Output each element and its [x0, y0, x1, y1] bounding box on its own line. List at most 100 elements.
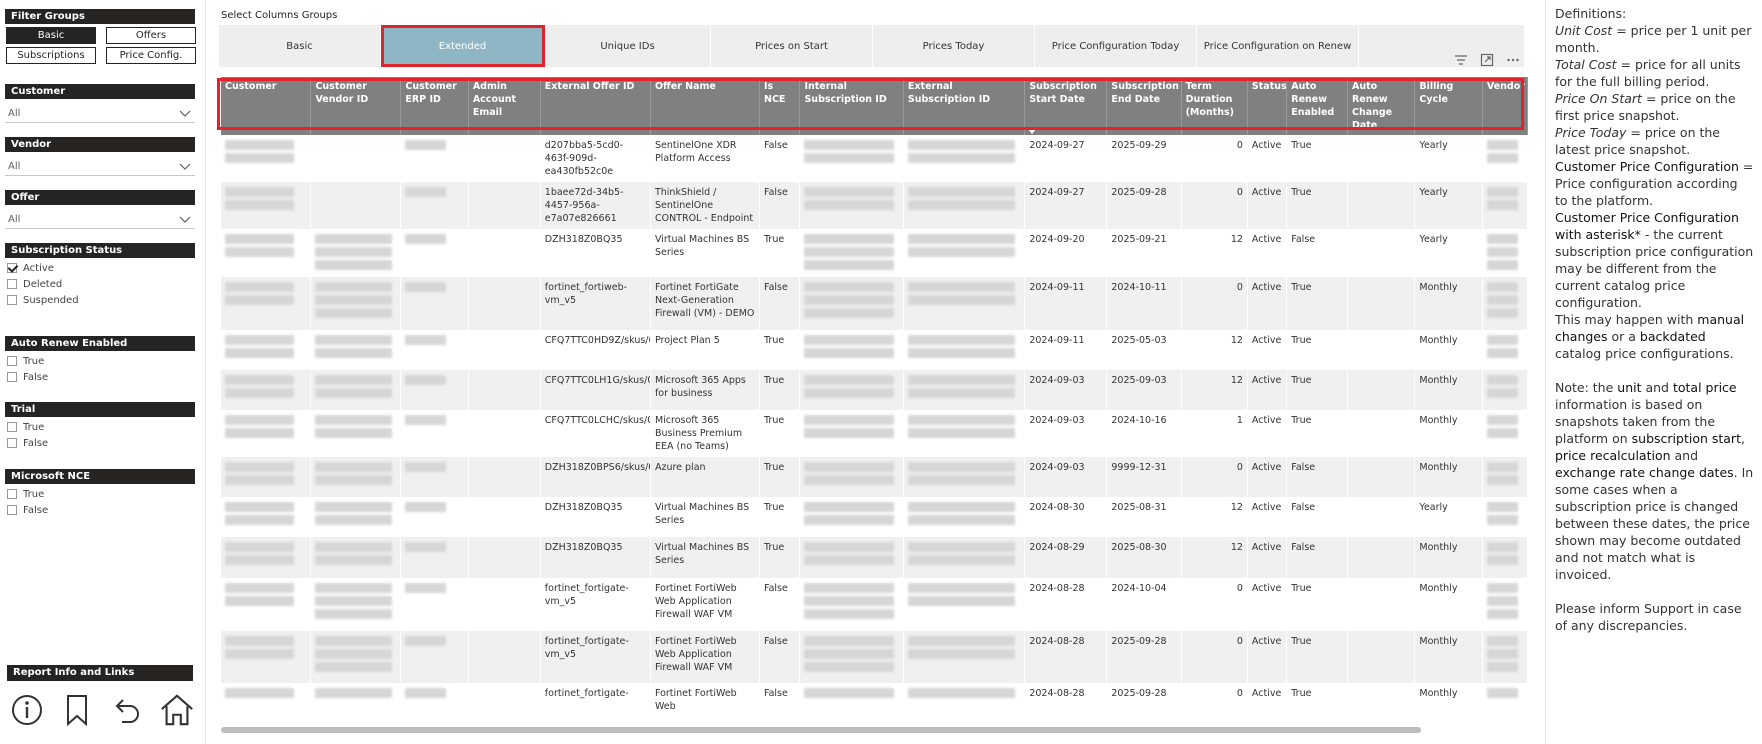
tab-prices-on-start[interactable]: Prices on Start	[711, 25, 873, 67]
redacted-value	[907, 428, 1015, 438]
table-row[interactable]: DZH318Z0BQ35 Virtual Machines BS Series Tr…	[221, 497, 1528, 537]
table-row[interactable]: CFQ7TTC0LCHC/skus/000CMicrosoft 365 Busi…	[221, 410, 1528, 457]
column-header[interactable]: External Subscription ID	[903, 77, 1026, 135]
cell-customer	[221, 410, 312, 457]
auto-renew-option-false[interactable]: False	[5, 369, 195, 385]
tab-basic[interactable]: Basic	[219, 25, 381, 67]
auto-renew-title: Auto Renew Enabled	[5, 336, 195, 351]
column-header[interactable]: External Offer ID	[540, 77, 651, 135]
filter-group-price-config-button[interactable]: Price Config.	[106, 47, 196, 64]
redacted-value	[1486, 153, 1518, 163]
vendor-dropdown[interactable]: All	[5, 158, 195, 176]
column-header[interactable]: Auto Renew Enabled	[1286, 77, 1348, 135]
definitions-pane: Definitions: Unit Cost = price per 1 uni…	[1545, 0, 1762, 744]
home-icon[interactable]	[159, 692, 195, 728]
bookmark-icon[interactable]	[60, 692, 94, 728]
tab-prices-today[interactable]: Prices Today	[873, 25, 1035, 67]
trial-option-false[interactable]: False	[5, 435, 195, 451]
tab-unique-ids[interactable]: Unique IDs	[545, 25, 711, 67]
table-row[interactable]: DZH318Z0BQ35 Virtual Machines BS Series Tr…	[221, 229, 1528, 277]
redacted-value	[225, 502, 295, 512]
filter-group-offers-button[interactable]: Offers	[106, 27, 196, 44]
cell-customer-vendor-id	[310, 330, 402, 370]
table-row[interactable]: CFQ7TTC0HD9Z/skus/0002Project Plan 5True…	[221, 330, 1528, 370]
cell-internal-subscription-id	[799, 631, 904, 683]
nce-option-false[interactable]: False	[5, 502, 195, 518]
tab-price-config-renew[interactable]: Price Configuration on Renew	[1197, 25, 1359, 67]
column-header[interactable]: Admin Account Email	[468, 77, 541, 135]
cell-external-subscription-id	[903, 537, 1026, 578]
redacted-value	[907, 515, 1015, 525]
table-row[interactable]: fortinet_fortigate-vm_v5 Fortinet FortiWe…	[221, 631, 1528, 683]
redacted-value	[225, 247, 295, 257]
cell-auto-renew-change-date	[1347, 410, 1416, 457]
cell-admin-email	[468, 135, 541, 182]
info-icon[interactable]	[10, 692, 44, 728]
cell-internal-subscription-id	[799, 410, 904, 457]
table-row[interactable]: fortinet_fortigate-vm_v5 Fortinet FortiWe…	[221, 578, 1528, 631]
cell-vendor	[1482, 537, 1528, 578]
cell-start-date: 2024-09-27	[1024, 135, 1108, 182]
definition-price-on-start: Price On Start = price on the first pric…	[1555, 91, 1736, 123]
back-arrow-icon[interactable]	[109, 692, 143, 728]
column-header[interactable]: Term Duration (Months)	[1181, 77, 1248, 135]
table-row[interactable]: DZH318Z0BQ35 Virtual Machines BS Series Tr…	[221, 537, 1528, 578]
table-row[interactable]: DZH318Z0BPS6/skus/0001Azure planTrue 2024…	[221, 457, 1528, 497]
table-row[interactable]: fortinet_fortigate- Fortinet FortiWeb Web…	[221, 683, 1528, 717]
column-header[interactable]: Status	[1247, 77, 1288, 135]
filter-group-subscriptions-button[interactable]: Subscriptions	[6, 47, 96, 64]
trial-option-true[interactable]: True	[5, 419, 195, 435]
vendor-dropdown-value: All	[8, 161, 21, 172]
column-header[interactable]: Offer Name	[650, 77, 761, 135]
cell-external-subscription-id	[903, 135, 1026, 182]
column-header[interactable]: Customer ERP ID	[400, 77, 469, 135]
cell-customer	[221, 537, 312, 578]
trial-title: Trial	[5, 402, 195, 417]
status-option-suspended[interactable]: Suspended	[5, 292, 195, 308]
horizontal-scrollbar[interactable]	[221, 727, 1421, 733]
table-row[interactable]: 1baee72d-34b5-4457-956a-e7a07e826661 Thin…	[221, 182, 1528, 229]
cell-customer	[221, 578, 312, 631]
status-option-deleted[interactable]: Deleted	[5, 276, 195, 292]
cell-term-duration: 12	[1181, 370, 1248, 410]
redacted-value	[1486, 295, 1518, 305]
filter-group-basic-button[interactable]: Basic	[6, 27, 96, 44]
column-header-sorted[interactable]: Subscription Start Date	[1024, 77, 1108, 135]
cell-status: Active	[1247, 370, 1288, 410]
column-header[interactable]: Internal Subscription ID	[799, 77, 904, 135]
tab-extended[interactable]: Extended	[381, 25, 545, 67]
offer-dropdown[interactable]: All	[5, 211, 195, 229]
column-header[interactable]: Subscription End Date	[1106, 77, 1182, 135]
customer-dropdown[interactable]: All	[5, 105, 195, 123]
cell-term-duration: 12	[1181, 330, 1248, 370]
column-header[interactable]: Customer Vendor ID	[310, 77, 402, 135]
table-row[interactable]: fortinet_fortiweb-vm_v5 Fortinet FortiGat…	[221, 277, 1528, 330]
status-option-active[interactable]: Active	[5, 260, 195, 276]
column-header[interactable]: Auto Renew Change Date	[1347, 77, 1416, 135]
nce-option-true[interactable]: True	[5, 486, 195, 502]
redacted-value	[804, 596, 895, 606]
definition-may-happen: This may happen with manual changes or a…	[1555, 312, 1745, 361]
auto-renew-option-true[interactable]: True	[5, 353, 195, 369]
table-row[interactable]: CFQ7TTC0LH1G/skus/0001Microsoft 365 Apps…	[221, 370, 1528, 410]
more-options-icon[interactable]	[1506, 52, 1520, 66]
cell-external-offer-id: 1baee72d-34b5-4457-956a-e7a07e826661	[540, 182, 651, 229]
column-header[interactable]: Vendor	[1482, 77, 1528, 135]
redacted-value	[907, 348, 1015, 358]
table-row[interactable]: d207bba5-5cd0-463f-909d-ea430fb52c0e Sent…	[221, 135, 1528, 182]
column-header[interactable]: Customer	[221, 77, 312, 135]
column-header[interactable]: Is NCE	[759, 77, 801, 135]
filter-icon[interactable]	[1454, 52, 1468, 66]
checkbox-icon	[7, 505, 17, 515]
filter-pane: Filter Groups Basic Offers Subscriptions…	[0, 0, 206, 744]
cell-customer	[221, 497, 312, 537]
cell-admin-email	[468, 410, 541, 457]
cell-is-nce: True	[759, 330, 801, 370]
tab-price-config-today[interactable]: Price Configuration Today	[1035, 25, 1197, 67]
cell-offer-name: Virtual Machines BS Series	[650, 537, 761, 578]
column-header[interactable]: Billing Cycle	[1414, 77, 1483, 135]
cell-external-offer-id: d207bba5-5cd0-463f-909d-ea430fb52c0e	[540, 135, 651, 182]
focus-mode-icon[interactable]	[1480, 52, 1494, 67]
cell-offer-name: SentinelOne XDR Platform Access	[650, 135, 761, 182]
redacted-value	[907, 375, 1015, 385]
